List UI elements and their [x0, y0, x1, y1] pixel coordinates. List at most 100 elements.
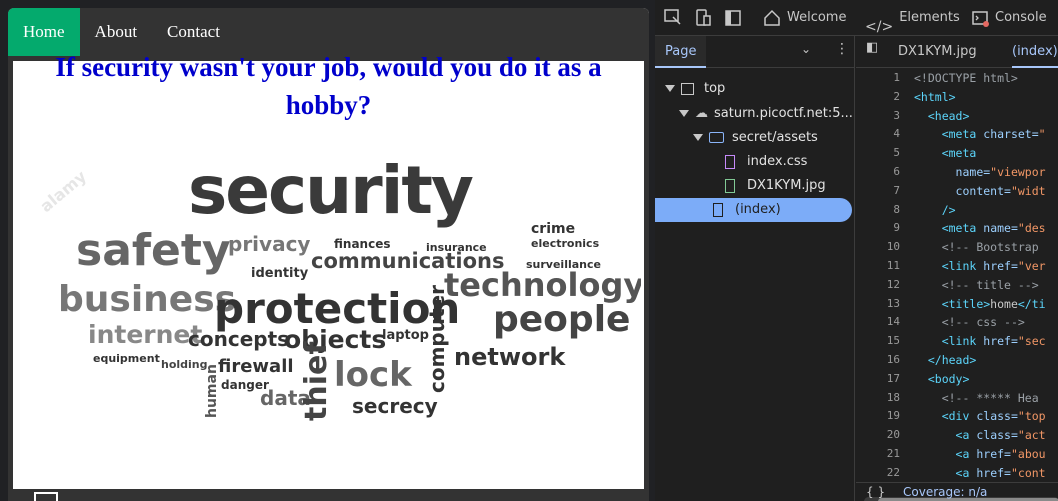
- pretty-print-icon[interactable]: { }: [866, 483, 885, 501]
- tree-item-top[interactable]: top: [665, 77, 725, 101]
- cloud-word-computer: computer: [425, 285, 449, 393]
- tree-label: DX1KYM.jpg: [747, 178, 826, 193]
- line-number[interactable]: 9: [856, 219, 906, 238]
- line-number[interactable]: 2: [856, 88, 906, 107]
- line-number[interactable]: 3: [856, 107, 906, 126]
- expand-triangle-icon: [679, 110, 689, 117]
- page-bottom-bar: [8, 489, 649, 501]
- cloud-word-watermark: alamy: [36, 166, 90, 216]
- word-cloud-image: security safety privacy finances insuran…: [36, 153, 641, 421]
- cloud-word-holding: holding: [161, 358, 208, 371]
- line-number[interactable]: 17: [856, 370, 906, 389]
- line-number-gutter: 1 2 3 4 5 6 7 8 9 10 11 12 13 14 15 16 17 18 19 20 21 22: [856, 69, 906, 483]
- browser-viewport: Home About Contact If security wasn't yo…: [0, 0, 655, 501]
- source-editor: ◧ DX1KYM.jpg (index) 1 2 3 4 5 6 7 8 9 10 11 12 13 14…: [856, 36, 1058, 501]
- line-number[interactable]: 12: [856, 276, 906, 295]
- cloud-word-lock: lock: [334, 355, 413, 395]
- cloud-word-electronics: electronics: [531, 237, 600, 250]
- tab-welcome[interactable]: Welcome: [763, 0, 846, 36]
- tree-item-css-file[interactable]: index.css: [725, 150, 807, 174]
- line-number[interactable]: 5: [856, 144, 906, 163]
- editor-status-bar: { } Coverage: n/a: [856, 482, 1058, 501]
- page-headline: If security wasn't your job, would you d…: [55, 52, 602, 120]
- tree-item-origin[interactable]: ☁ saturn.picoctf.net:5...: [679, 102, 853, 126]
- cloud-word-internet: internet: [88, 320, 202, 349]
- line-number[interactable]: 8: [856, 201, 906, 220]
- devtools-toolbar: Welcome </> Elements Console: [655, 0, 1058, 36]
- frame-icon: [681, 82, 694, 95]
- cloud-word-safety: safety: [76, 225, 231, 276]
- line-number[interactable]: 22: [856, 464, 906, 483]
- tree-label: index.css: [747, 154, 808, 169]
- more-options-icon[interactable]: ⋮: [835, 41, 849, 57]
- tree-label: saturn.picoctf.net:5...: [714, 106, 853, 121]
- line-number[interactable]: 20: [856, 426, 906, 445]
- cloud-word-privacy: privacy: [228, 232, 310, 256]
- folder-icon: [709, 132, 724, 143]
- screen: Home About Contact If security wasn't yo…: [0, 0, 1058, 501]
- editor-tab-image[interactable]: DX1KYM.jpg: [898, 36, 977, 68]
- editor-tab-index[interactable]: (index): [1012, 36, 1058, 68]
- line-number[interactable]: 7: [856, 182, 906, 201]
- cloud-word-business: business: [58, 279, 236, 320]
- line-number[interactable]: 1: [856, 69, 906, 88]
- cloud-word-identity: identity: [251, 266, 309, 281]
- footer-box-icon: [34, 492, 58, 501]
- navigator-header: Page ⌄ ⋮: [655, 36, 854, 68]
- tree-label: secret/assets: [732, 130, 818, 145]
- home-icon: [764, 9, 780, 26]
- tree-label: top: [704, 81, 726, 96]
- line-number[interactable]: 11: [856, 257, 906, 276]
- expand-triangle-icon: [665, 85, 675, 92]
- cloud-word-thief: thief: [299, 341, 334, 421]
- coverage-status[interactable]: Coverage: n/a: [903, 483, 987, 501]
- cloud-word-equipment: equipment: [93, 352, 160, 365]
- line-number[interactable]: 21: [856, 445, 906, 464]
- line-number[interactable]: 19: [856, 407, 906, 426]
- tree-item-image-file[interactable]: DX1KYM.jpg: [725, 174, 826, 198]
- line-number[interactable]: 4: [856, 125, 906, 144]
- chevron-down-icon[interactable]: ⌄: [801, 42, 811, 56]
- cloud-word-security: security: [188, 153, 473, 229]
- tab-console-label: Console: [995, 10, 1047, 25]
- line-number[interactable]: 14: [856, 313, 906, 332]
- web-page: Home About Contact If security wasn't yo…: [8, 8, 649, 501]
- sidebar-toggle-icon[interactable]: [723, 8, 743, 28]
- cloud-word-human: human: [204, 364, 220, 418]
- tab-elements[interactable]: </> Elements: [865, 0, 960, 36]
- cloud-word-laptop: laptop: [382, 328, 429, 343]
- sources-navigator: Page ⌄ ⋮ top ☁ saturn.picoctf.net:5... se…: [655, 36, 855, 501]
- cloud-icon: ☁: [695, 106, 708, 121]
- tab-console[interactable]: Console: [971, 0, 1047, 36]
- console-icon: [972, 10, 989, 27]
- cloud-word-network: network: [454, 343, 566, 371]
- devtools-panel: Welcome </> Elements Console Page ⌄ ⋮ top…: [655, 0, 1058, 501]
- tab-page[interactable]: Page: [655, 36, 707, 68]
- line-number[interactable]: 13: [856, 295, 906, 314]
- image-file-icon: [725, 178, 735, 193]
- tree-item-index[interactable]: (index): [655, 198, 852, 222]
- cloud-word-people: people: [493, 299, 630, 340]
- tree-label: (index): [735, 202, 781, 217]
- tab-welcome-label: Welcome: [787, 10, 847, 25]
- cloud-word-concepts: concepts: [188, 327, 289, 351]
- device-toolbar-icon[interactable]: [693, 8, 713, 28]
- line-number[interactable]: 10: [856, 238, 906, 257]
- editor-tabs: ◧ DX1KYM.jpg (index): [856, 36, 1058, 68]
- line-number[interactable]: 18: [856, 389, 906, 408]
- tab-elements-label: Elements: [899, 10, 960, 25]
- cloud-word-secrecy: secrecy: [352, 394, 438, 418]
- document-icon: [713, 202, 723, 217]
- line-number[interactable]: 6: [856, 163, 906, 182]
- expand-triangle-icon: [693, 134, 703, 141]
- line-number[interactable]: 16: [856, 351, 906, 370]
- line-number[interactable]: 15: [856, 332, 906, 351]
- toggle-navigator-icon[interactable]: ◧: [866, 40, 878, 55]
- code-content[interactable]: <!DOCTYPE html> <html> <head> <meta char…: [914, 69, 1058, 483]
- inspect-element-icon[interactable]: [663, 8, 683, 28]
- cloud-word-firewall: firewall: [218, 356, 294, 377]
- tree-item-folder[interactable]: secret/assets: [693, 126, 818, 150]
- code-brackets-icon: </>: [865, 18, 894, 35]
- css-file-icon: [725, 154, 735, 169]
- cloud-word-crime: crime: [531, 221, 575, 237]
